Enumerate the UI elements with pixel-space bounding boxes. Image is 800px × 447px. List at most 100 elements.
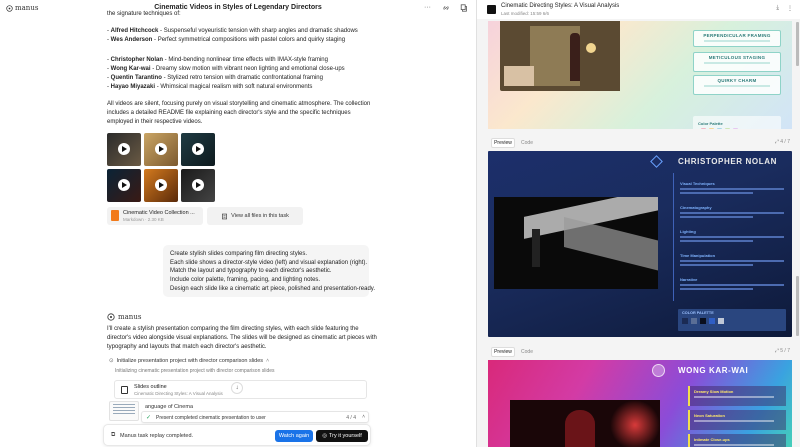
swatch-4 — [718, 318, 724, 324]
chevron-up-icon: ˄ — [362, 414, 365, 420]
view-all-files-button[interactable]: View all files in this task — [207, 207, 303, 225]
technique-card: METICULOUS STAGING — [693, 52, 781, 72]
technique-column: Visual Techniques Cinematography Lightin… — [673, 173, 785, 301]
swatch-0 — [701, 128, 706, 129]
palette-label: COLOR PALETTE — [682, 311, 714, 315]
intro-text: the signature techniques of: — [107, 11, 181, 17]
file-meta: Markdown · 2.30 KB — [123, 217, 164, 222]
play-icon[interactable] — [192, 179, 204, 191]
user-message-line: Design each slide like a cinematic art p… — [170, 285, 376, 292]
swatch-3 — [709, 318, 715, 324]
more-icon[interactable]: ⋮ — [787, 5, 793, 12]
more-icon[interactable]: ··· — [423, 3, 432, 12]
director-list-2: - Christopher Nolan - Mind-bending nonli… — [107, 56, 377, 92]
user-message-line: Each slide shows a director-style video … — [170, 259, 368, 266]
replay-text: Manus task replay completed. — [120, 433, 194, 439]
color-palette: COLOR PALETTE — [678, 309, 786, 331]
expand-icon[interactable]: ⤢ — [775, 348, 779, 354]
swatch-1 — [691, 318, 697, 324]
color-palette: Color Palette — [693, 116, 781, 129]
watch-again-button[interactable]: Watch again — [275, 430, 313, 442]
video-thumbnail[interactable] — [144, 133, 178, 166]
step-check-icon: ⊙ — [109, 358, 114, 364]
preview-title: Cinematic Directing Styles: A Visual Ana… — [501, 3, 620, 9]
technique-card: PERPENDICULAR FRAMING — [693, 30, 781, 47]
list-item: - Wes Anderson - Perfect symmetrical com… — [107, 37, 346, 43]
swatch-3 — [725, 128, 730, 129]
scrollbar[interactable] — [796, 22, 799, 66]
task-status[interactable]: ✓ Present completed cinematic presentati… — [141, 411, 369, 423]
video-thumbnail[interactable] — [107, 169, 141, 202]
slide-title: CHRISTOPHER NOLAN — [678, 157, 777, 166]
technique-section: Lighting — [680, 229, 784, 242]
video-thumbnail[interactable] — [144, 169, 178, 202]
replay-icon: ⧉ — [111, 432, 116, 438]
user-message-line: Match the layout and typography to each … — [170, 268, 332, 275]
slide-video[interactable] — [494, 197, 658, 289]
user-message-line: Create stylish slides comparing film dir… — [170, 251, 308, 257]
outline-subtitle: Cinematic Directing Styles: A Visual Ana… — [134, 391, 223, 396]
tab-code[interactable]: Code — [517, 138, 537, 148]
slide-video[interactable] — [500, 21, 620, 91]
technique-card: QUIRKY CHARM — [693, 75, 781, 95]
check-icon: ✓ — [146, 415, 152, 421]
play-icon[interactable] — [118, 179, 130, 191]
play-icon[interactable] — [192, 143, 204, 155]
markdown-file-icon — [111, 210, 119, 221]
copy-icon[interactable] — [459, 3, 468, 12]
expand-icon[interactable]: ⤢ — [775, 139, 779, 145]
slide-page: ⤢ 5 / 7 — [774, 348, 790, 354]
palette-label: Color Palette — [698, 121, 723, 126]
play-icon[interactable] — [155, 179, 167, 191]
video-thumbnail[interactable] — [181, 133, 215, 166]
slide-tabs: Preview Code ⤢ 4 / 7 — [488, 137, 792, 149]
try-it-yourself-button[interactable]: ◎ Try it yourself — [316, 430, 368, 442]
tab-preview[interactable]: Preview — [491, 347, 515, 357]
swatch-4 — [733, 128, 738, 129]
slides-icon — [121, 386, 128, 394]
video-thumbnails — [107, 133, 215, 202]
slide-wong-kar-wai: WONG KAR-WAI Dreamy Slow Motion Neon Sat… — [488, 360, 792, 447]
status-text: Present completed cinematic presentation… — [156, 415, 266, 421]
file-card[interactable]: Cinematic Video Collection ... Markdown … — [107, 207, 203, 225]
step-subtitle: Initializing cinematic presentation proj… — [115, 368, 275, 374]
list-item: - Wong Kar-wai - Dreamy slow motion with… — [107, 66, 345, 72]
technique-section: Time Manipulation — [680, 253, 784, 266]
header-icons: ⤓ ⋮ — [776, 5, 793, 12]
technique-section: Visual Techniques — [680, 181, 784, 194]
director-list-1: - Alfred Hitchcock - Suspenseful voyeuri… — [107, 27, 377, 45]
tab-code[interactable]: Code — [517, 347, 537, 357]
link-icon[interactable] — [441, 3, 450, 12]
slide-mini-preview[interactable] — [109, 401, 139, 421]
chat-pane: manus Cinematic Videos in Styles of Lege… — [0, 0, 476, 447]
slide-wes-anderson: PERPENDICULAR FRAMING METICULOUS STAGING… — [488, 21, 792, 129]
swatch-2 — [717, 128, 722, 129]
slide-video[interactable] — [510, 400, 660, 447]
arrow-down-icon: ↓ — [235, 385, 239, 391]
tab-preview[interactable]: Preview — [491, 138, 515, 148]
topbar-icons: ··· — [423, 3, 468, 12]
file-name: Cinematic Video Collection ... — [123, 210, 195, 216]
play-icon[interactable] — [155, 143, 167, 155]
scroll-down-button[interactable]: ↓ — [231, 382, 243, 394]
list-item: - Alfred Hitchcock - Suspenseful voyeuri… — [107, 28, 358, 34]
play-icon[interactable] — [118, 143, 130, 155]
technique-card: Intimate Close-ups — [688, 434, 786, 447]
assistant-reply: I'll create a stylish presentation compa… — [107, 326, 377, 350]
replay-bar: ⧉ Manus task replay completed. Watch aga… — [103, 424, 371, 446]
swatch-1 — [709, 128, 714, 129]
technique-title: QUIRKY CHARM — [717, 78, 757, 83]
slide-page: ⤢ 4 / 7 — [774, 139, 790, 145]
technique-card: Neon Saturation — [688, 410, 786, 430]
try-label: Try it yourself — [329, 433, 362, 439]
scrollbar[interactable] — [796, 276, 799, 336]
step-title: Initialize presentation project with dir… — [116, 358, 264, 364]
video-thumbnail[interactable] — [181, 169, 215, 202]
video-thumbnail[interactable] — [107, 133, 141, 166]
circle-icon — [652, 364, 665, 377]
chevron-up-icon: ˄ — [266, 358, 270, 364]
status-count: 4 / 4 — [346, 415, 356, 421]
assistant-signature: manus — [107, 313, 141, 321]
download-icon[interactable]: ⤓ — [776, 5, 779, 12]
step-header[interactable]: ⊙ Initialize presentation project with d… — [109, 358, 269, 364]
